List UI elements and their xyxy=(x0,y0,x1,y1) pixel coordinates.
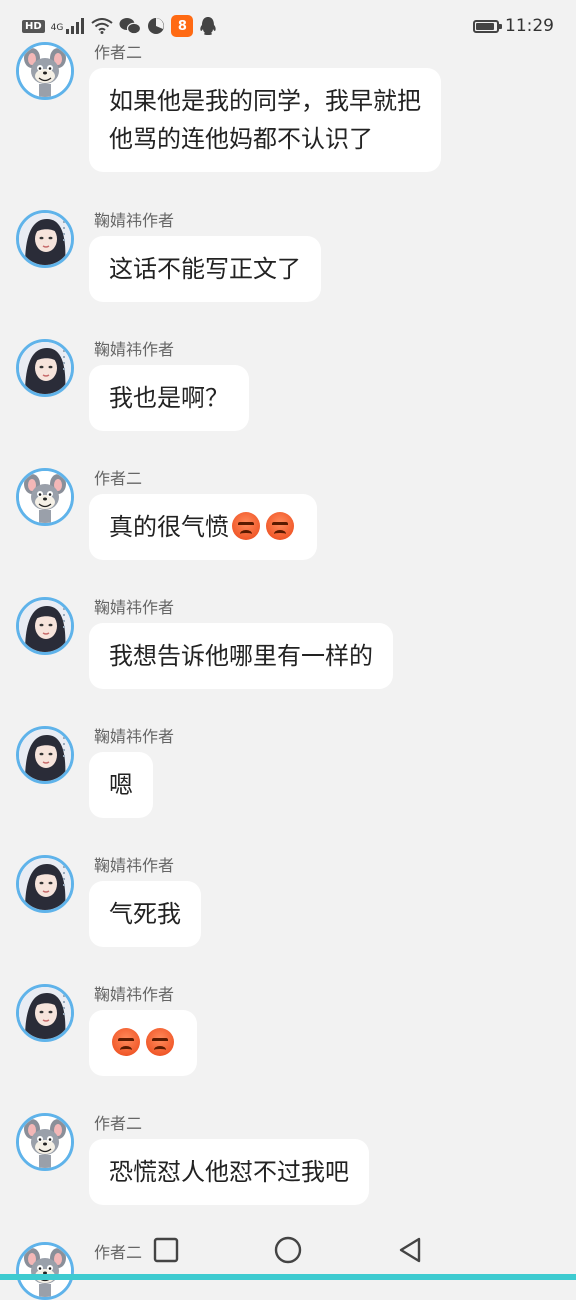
message-text: 如果他是我的同学，我早就把 他骂的连他妈都不认识了 xyxy=(109,87,421,153)
battery-fill xyxy=(476,22,494,30)
message-bubble[interactable]: 这话不能写正文了 xyxy=(89,236,321,302)
wechat-icon xyxy=(119,17,142,35)
back-button[interactable] xyxy=(394,1234,426,1266)
sender-name: 鞠婧祎作者 xyxy=(94,598,175,617)
battery-icon xyxy=(473,19,502,33)
signal-icon xyxy=(65,18,85,34)
status-time: 11:29 xyxy=(505,16,554,36)
girl-avatar[interactable] xyxy=(16,339,74,397)
tom-cat-avatar[interactable] xyxy=(16,1113,74,1171)
message-bubble[interactable] xyxy=(89,1010,197,1076)
girl-avatar[interactable] xyxy=(16,726,74,784)
network-type: 4G xyxy=(50,23,64,33)
hd-badge: HD xyxy=(22,19,45,33)
tom-cat-avatar[interactable] xyxy=(16,42,74,100)
angry-face-icon xyxy=(232,512,260,540)
girl-avatar[interactable] xyxy=(16,597,74,655)
sender-name: 作者二 xyxy=(94,43,143,62)
sender-name: 鞠婧祎作者 xyxy=(94,340,175,359)
angry-face-icon xyxy=(112,1028,140,1056)
kuaikan-app-icon: 8 xyxy=(171,15,194,37)
sender-name: 鞠婧祎作者 xyxy=(94,727,175,746)
message-text: 我想告诉他哪里有一样的 xyxy=(109,642,373,670)
message-bubble[interactable]: 气死我 xyxy=(89,881,201,947)
system-nav-bar xyxy=(0,1220,576,1280)
message-bubble[interactable]: 嗯 xyxy=(89,752,153,818)
message-bubble[interactable]: 我也是啊？ xyxy=(89,365,249,431)
message-text: 气死我 xyxy=(109,900,181,928)
message-bubble[interactable]: 真的很气愤 xyxy=(89,494,317,560)
wifi-icon xyxy=(91,18,113,34)
home-button[interactable] xyxy=(272,1234,304,1266)
message-text: 真的很气愤 xyxy=(109,513,229,541)
message-bubble[interactable]: 恐慌怼人他怼不过我吧 xyxy=(89,1139,369,1205)
girl-avatar[interactable] xyxy=(16,984,74,1042)
message-text: 恐慌怼人他怼不过我吧 xyxy=(109,1158,349,1186)
girl-avatar[interactable] xyxy=(16,210,74,268)
status-left: HD 4G 8 xyxy=(22,15,217,37)
message-bubble[interactable]: 如果他是我的同学，我早就把 他骂的连他妈都不认识了 xyxy=(89,68,441,172)
status-right: 11:29 xyxy=(473,16,554,36)
qq-icon xyxy=(199,16,217,36)
tom-cat-avatar[interactable] xyxy=(16,468,74,526)
sender-name: 作者二 xyxy=(94,1114,143,1133)
bottom-accent-bar xyxy=(0,1274,576,1280)
status-bar: HD 4G 8 11:29 xyxy=(0,0,576,52)
girl-avatar[interactable] xyxy=(16,855,74,913)
sender-name: 鞠婧祎作者 xyxy=(94,856,175,875)
triangle-back-icon xyxy=(399,1237,421,1263)
square-icon xyxy=(153,1237,179,1263)
message-text: 嗯 xyxy=(109,771,133,799)
sender-name: 鞠婧祎作者 xyxy=(94,211,175,230)
angry-face-icon xyxy=(266,512,294,540)
message-text: 这话不能写正文了 xyxy=(109,255,301,283)
browser-icon xyxy=(147,17,165,35)
message-text: 我也是啊？ xyxy=(109,384,229,412)
circle-icon xyxy=(274,1236,302,1264)
angry-face-icon xyxy=(146,1028,174,1056)
message-bubble[interactable]: 我想告诉他哪里有一样的 xyxy=(89,623,393,689)
sender-name: 作者二 xyxy=(94,469,143,488)
recent-apps-button[interactable] xyxy=(150,1234,182,1266)
sender-name: 鞠婧祎作者 xyxy=(94,985,175,1004)
